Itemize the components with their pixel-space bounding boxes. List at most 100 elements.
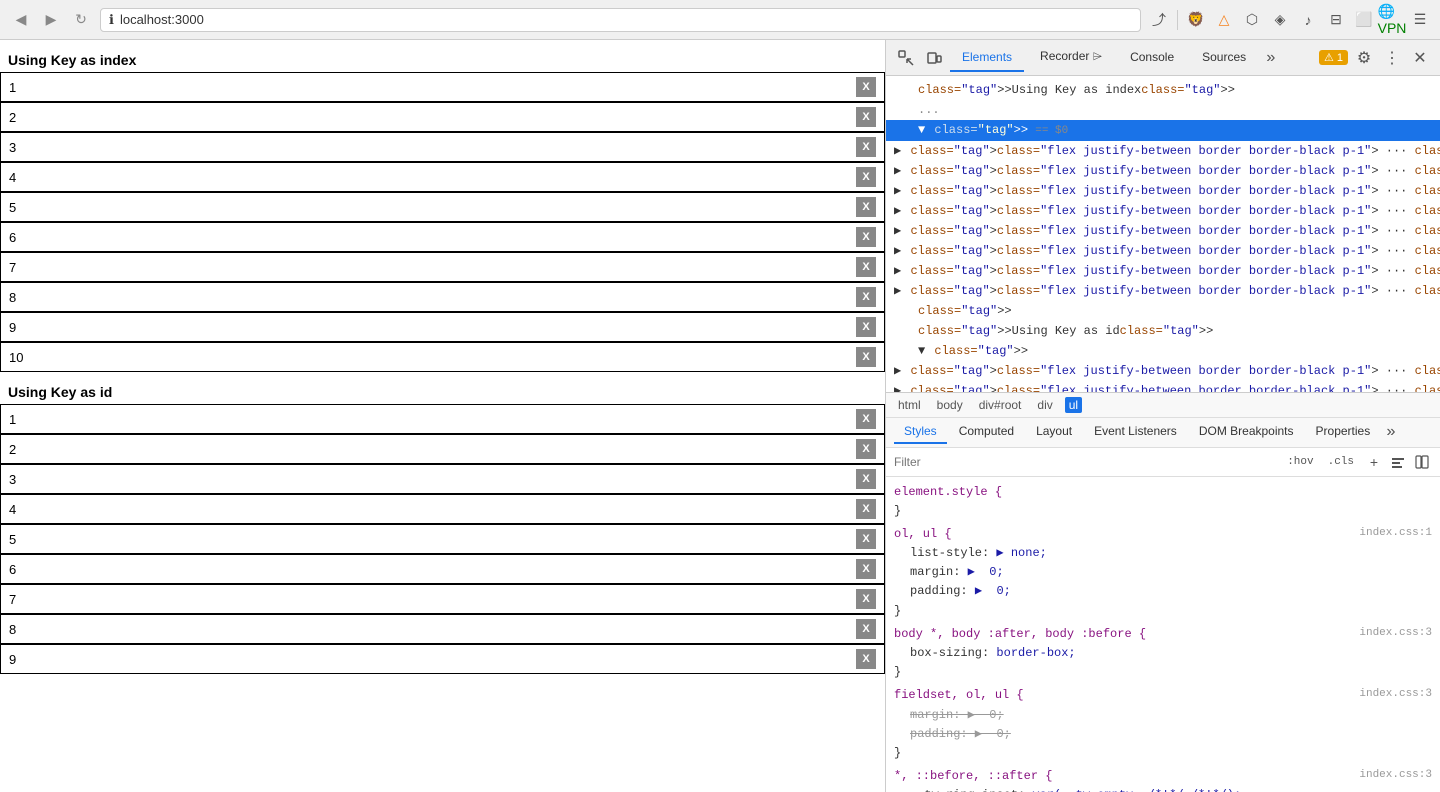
- delete-button[interactable]: X: [856, 137, 876, 157]
- add-style-rule-icon[interactable]: +: [1364, 452, 1384, 472]
- toggle-arrow[interactable]: ▶: [894, 182, 908, 200]
- delete-button[interactable]: X: [856, 409, 876, 429]
- css-selector: fieldset, ol, ul {: [894, 688, 1024, 702]
- back-button[interactable]: ◀: [10, 9, 32, 31]
- dom-tree[interactable]: class="tag">>Using Key as indexclass="ta…: [886, 76, 1440, 393]
- share-icon[interactable]: ⤴: [1149, 10, 1169, 30]
- brave-icon[interactable]: 🦁: [1186, 10, 1206, 30]
- delete-button[interactable]: X: [856, 619, 876, 639]
- dom-line[interactable]: ▶ class="tag"> class="flex justify-betwe…: [886, 261, 1440, 281]
- toggle-arrow[interactable]: ▼: [918, 121, 932, 139]
- delete-button[interactable]: X: [856, 439, 876, 459]
- dom-line[interactable]: ▶ class="tag"> class="flex justify-betwe…: [886, 221, 1440, 241]
- delete-button[interactable]: X: [856, 559, 876, 579]
- filter-hov[interactable]: :hov: [1283, 455, 1317, 469]
- tab-recorder[interactable]: Recorder ⌲: [1028, 43, 1114, 72]
- delete-button[interactable]: X: [856, 589, 876, 609]
- sub-tab-event-listeners[interactable]: Event Listeners: [1084, 420, 1187, 444]
- delete-button[interactable]: X: [856, 257, 876, 277]
- dom-line[interactable]: ▶ class="tag"> class="flex justify-betwe…: [886, 161, 1440, 181]
- dom-line[interactable]: ▶ class="tag"> class="flex justify-betwe…: [886, 381, 1440, 393]
- sub-tab-properties[interactable]: Properties: [1306, 420, 1381, 444]
- filter-cls[interactable]: .cls: [1324, 455, 1358, 469]
- toggle-arrow[interactable]: ▶: [894, 242, 908, 260]
- extension3-icon[interactable]: ♪: [1298, 10, 1318, 30]
- css-source[interactable]: index.css:1: [1359, 525, 1432, 543]
- toggle-arrow[interactable]: ▶: [894, 222, 908, 240]
- toggle-arrow[interactable]: ▶: [894, 282, 908, 300]
- toolbar-icons: ⤴ 🦁 △ ⬡ ◈ ♪ ⊟ ⬜ 🌐 VPN ☰: [1149, 10, 1430, 30]
- dom-line[interactable]: ▼ class="tag">> == $0: [886, 120, 1440, 141]
- dom-line[interactable]: ▶ class="tag"> class="flex justify-betwe…: [886, 281, 1440, 301]
- inspect-element-icon[interactable]: [894, 46, 918, 70]
- tab-sources[interactable]: Sources: [1190, 44, 1258, 72]
- tab-elements[interactable]: Elements: [950, 44, 1024, 72]
- sub-tab-dom-breakpoints[interactable]: DOM Breakpoints: [1189, 420, 1304, 444]
- dom-line[interactable]: ▶ class="tag"> class="flex justify-betwe…: [886, 141, 1440, 161]
- toggle-arrow[interactable]: ▶: [894, 202, 908, 220]
- toggle-arrow[interactable]: ▼: [918, 342, 932, 360]
- toggle-arrow[interactable]: ▶: [894, 382, 908, 393]
- devtools-menu-button[interactable]: ⋮: [1380, 46, 1404, 70]
- menu-icon[interactable]: ☰: [1410, 10, 1430, 30]
- css-close-brace: }: [894, 665, 901, 679]
- device-emulation-icon[interactable]: [922, 46, 946, 70]
- toggle-sidebar-icon[interactable]: [1412, 452, 1432, 472]
- forward-button[interactable]: ▶: [40, 9, 62, 31]
- extension1-icon[interactable]: ⬡: [1242, 10, 1262, 30]
- extension4-icon[interactable]: ⊟: [1326, 10, 1346, 30]
- filter-input[interactable]: [894, 455, 1277, 469]
- vpn-icon[interactable]: 🌐 VPN: [1382, 10, 1402, 30]
- toggle-arrow[interactable]: ▶: [894, 162, 908, 180]
- sub-tab-more[interactable]: »: [1382, 423, 1400, 441]
- item-number: 5: [9, 200, 16, 215]
- tab-console[interactable]: Console: [1118, 44, 1186, 72]
- dom-line[interactable]: ▶ class="tag"> class="flex justify-betwe…: [886, 201, 1440, 221]
- toggle-arrow[interactable]: ▶: [894, 262, 908, 280]
- css-val: var(--tw-empty, /*!*/ /*!*/);: [1032, 788, 1241, 792]
- css-prop: box-sizing:: [910, 646, 989, 660]
- sub-tab-layout[interactable]: Layout: [1026, 420, 1082, 444]
- delete-button[interactable]: X: [856, 469, 876, 489]
- new-style-rule-icon[interactable]: [1388, 452, 1408, 472]
- extension5-icon[interactable]: ⬜: [1354, 10, 1374, 30]
- delete-button[interactable]: X: [856, 649, 876, 669]
- delete-button[interactable]: X: [856, 197, 876, 217]
- more-tabs-icon[interactable]: »: [1262, 49, 1280, 67]
- toggle-arrow[interactable]: ▶: [894, 362, 908, 380]
- devtools-settings-button[interactable]: ⚙: [1352, 46, 1376, 70]
- sub-tab-computed[interactable]: Computed: [949, 420, 1024, 444]
- delete-button[interactable]: X: [856, 77, 876, 97]
- breadcrumb-item[interactable]: ul: [1065, 397, 1082, 413]
- breadcrumb-item[interactable]: div#root: [975, 397, 1026, 413]
- brave-rewards-icon[interactable]: △: [1214, 10, 1234, 30]
- delete-button[interactable]: X: [856, 529, 876, 549]
- sub-tab-styles[interactable]: Styles: [894, 420, 947, 444]
- css-source[interactable]: index.css:3: [1359, 686, 1432, 704]
- delete-button[interactable]: X: [856, 167, 876, 187]
- breadcrumb-item[interactable]: body: [933, 397, 967, 413]
- delete-button[interactable]: X: [856, 347, 876, 367]
- devtools-close-button[interactable]: ✕: [1408, 46, 1432, 70]
- toggle-arrow[interactable]: ▶: [894, 142, 908, 160]
- css-source[interactable]: index.css:3: [1359, 767, 1432, 785]
- refresh-button[interactable]: ↻: [70, 9, 92, 31]
- dom-line[interactable]: ...: [886, 100, 1440, 120]
- delete-button[interactable]: X: [856, 227, 876, 247]
- address-bar[interactable]: ℹ localhost:3000: [100, 8, 1141, 32]
- dom-line[interactable]: class="tag">>: [886, 301, 1440, 321]
- breadcrumb-item[interactable]: div: [1033, 397, 1056, 413]
- delete-button[interactable]: X: [856, 287, 876, 307]
- dom-line[interactable]: ▶ class="tag"> class="flex justify-betwe…: [886, 241, 1440, 261]
- delete-button[interactable]: X: [856, 317, 876, 337]
- delete-button[interactable]: X: [856, 499, 876, 519]
- breadcrumb-item[interactable]: html: [894, 397, 925, 413]
- dom-line[interactable]: ▶ class="tag"> class="flex justify-betwe…: [886, 181, 1440, 201]
- extension2-icon[interactable]: ◈: [1270, 10, 1290, 30]
- dom-line[interactable]: class="tag">>Using Key as idclass="tag">…: [886, 321, 1440, 341]
- dom-line[interactable]: class="tag">>Using Key as indexclass="ta…: [886, 80, 1440, 100]
- dom-line[interactable]: ▼ class="tag">>: [886, 341, 1440, 361]
- dom-line[interactable]: ▶ class="tag"> class="flex justify-betwe…: [886, 361, 1440, 381]
- css-source[interactable]: index.css:3: [1359, 625, 1432, 643]
- delete-button[interactable]: X: [856, 107, 876, 127]
